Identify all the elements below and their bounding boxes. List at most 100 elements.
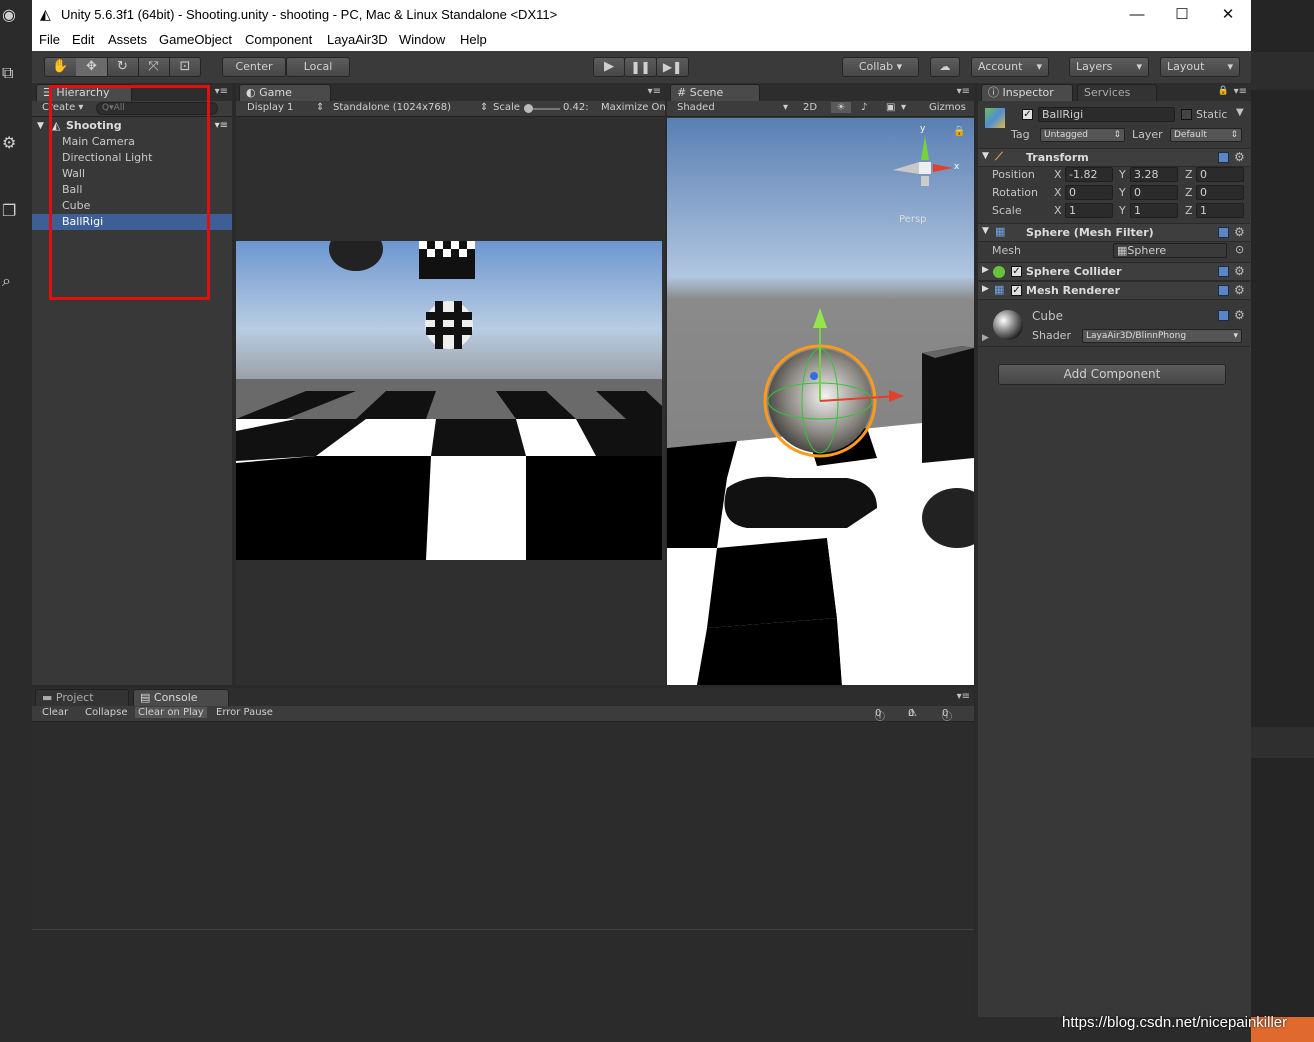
play-button[interactable]: ▶ — [593, 57, 625, 77]
position-x-field[interactable]: -1.82 — [1065, 167, 1113, 182]
cloud-button[interactable]: ☁ — [930, 57, 960, 77]
help-icon[interactable] — [1218, 227, 1229, 238]
menu-help[interactable]: Help — [460, 32, 487, 47]
scale-x-field[interactable]: 1 — [1065, 203, 1113, 218]
tag-dropdown[interactable]: Untagged ⇕ — [1040, 128, 1125, 142]
settings-icon[interactable]: ⚙ — [2, 134, 20, 152]
foldout-collapsed-icon[interactable]: ▶ — [982, 265, 989, 275]
scale-z-field[interactable]: 1 — [1196, 203, 1244, 218]
search-icon[interactable]: ⌕ — [2, 272, 20, 290]
scale-slider-thumb[interactable] — [524, 104, 533, 113]
code-icon[interactable]: ⧉ — [2, 64, 20, 82]
gear-icon[interactable]: ⚙ — [1234, 283, 1245, 297]
lock-icon[interactable]: 🔒 — [1218, 86, 1229, 96]
panel-menu-icon[interactable]: ▾≡ — [957, 86, 970, 97]
panel-menu-icon[interactable]: ▾≡ — [957, 691, 970, 702]
collapse-button[interactable]: Collapse — [85, 707, 128, 718]
help-icon[interactable] — [1218, 310, 1229, 321]
maximize-on-play-toggle[interactable]: Maximize On — [601, 102, 665, 113]
tab-services[interactable]: Services — [1077, 84, 1157, 101]
audio-toggle-icon[interactable]: ♪ — [861, 102, 867, 113]
shader-dropdown[interactable]: LayaAir3D/BlinnPhong ▾ — [1082, 329, 1242, 343]
minimize-button[interactable]: — — [1126, 4, 1148, 26]
pause-button[interactable]: ❚❚ — [624, 57, 657, 77]
rotation-y-field[interactable]: 0 — [1130, 185, 1178, 200]
tab-game[interactable]: ◐ Game — [239, 84, 331, 101]
rotation-x-field[interactable]: 0 — [1065, 185, 1113, 200]
error-pause-toggle[interactable]: Error Pause — [216, 707, 273, 718]
scale-slider[interactable] — [524, 104, 560, 113]
active-checkbox[interactable]: ✓ — [1022, 109, 1033, 120]
tab-project[interactable]: ▬ Project — [35, 689, 129, 706]
rect-tool-icon[interactable]: ⊡ — [169, 58, 201, 76]
panel-menu-icon[interactable]: ▾≡ — [648, 86, 661, 97]
collab-button[interactable]: Collab ▾ — [842, 57, 919, 77]
lighting-toggle-icon[interactable]: ☀ — [831, 102, 851, 113]
menu-component[interactable]: Component — [245, 32, 312, 47]
layers-dropdown[interactable]: Layers ▾ — [1069, 57, 1149, 77]
shading-mode-dropdown[interactable]: Shaded — [677, 102, 715, 113]
mesh-renderer-header[interactable]: ▶ ▦ ✓ Mesh Renderer ⚙ — [978, 281, 1250, 300]
foldout-icon[interactable]: ▼ — [982, 226, 989, 236]
gear-icon[interactable]: ⚙ — [1234, 264, 1245, 278]
gizmos-dropdown[interactable]: Gizmos — [929, 102, 966, 113]
space-local-button[interactable]: Local — [286, 57, 350, 77]
foldout-icon[interactable]: ▼ — [37, 118, 44, 134]
resolution-dropdown[interactable]: Standalone (1024x768) — [333, 102, 451, 113]
lock-icon[interactable]: 🔒 — [953, 125, 965, 137]
layout-dropdown[interactable]: Layout ▾ — [1160, 57, 1240, 77]
tab-scene[interactable]: # Scene — [670, 84, 760, 101]
2d-toggle[interactable]: 2D — [803, 102, 817, 113]
chevron-down-icon[interactable]: ▼ — [1236, 107, 1244, 118]
layer-dropdown[interactable]: Default ⇕ — [1170, 128, 1242, 142]
scene-menu-icon[interactable]: ▾≡ — [215, 118, 228, 134]
console-log-area[interactable] — [32, 723, 974, 929]
rotate-tool-icon[interactable]: ↻ — [107, 58, 139, 76]
account-dropdown[interactable]: Account ▾ — [971, 57, 1049, 77]
sphere-collider-enabled-checkbox[interactable]: ✓ — [1011, 266, 1022, 277]
clear-button[interactable]: Clear — [42, 707, 68, 718]
menu-layaair3d[interactable]: LayaAir3D — [327, 32, 388, 47]
persp-label[interactable]: Persp — [899, 214, 927, 225]
static-checkbox[interactable] — [1181, 109, 1192, 120]
object-name-field[interactable]: BallRigi — [1038, 107, 1175, 122]
close-button[interactable]: ✕ — [1217, 4, 1239, 26]
menu-edit[interactable]: Edit — [72, 32, 94, 47]
panel-menu-icon[interactable]: ▾≡ — [1234, 86, 1247, 97]
maximize-button[interactable]: ☐ — [1171, 4, 1193, 26]
object-picker-icon[interactable]: ⊙ — [1235, 243, 1244, 256]
display-dropdown[interactable]: Display 1 — [247, 102, 293, 113]
pivot-center-button[interactable]: Center — [222, 57, 286, 77]
tab-inspector[interactable]: ⓘ Inspector — [981, 84, 1073, 101]
mesh-filter-header[interactable]: ▼ ▦ Sphere (Mesh Filter) ⚙ — [978, 223, 1250, 242]
help-icon[interactable] — [1218, 285, 1229, 296]
menu-window[interactable]: Window — [399, 32, 445, 47]
foldout-icon[interactable]: ▼ — [982, 151, 989, 161]
gear-icon[interactable]: ⚙ — [1234, 150, 1245, 164]
menu-gameobject[interactable]: GameObject — [159, 32, 232, 47]
gear-icon[interactable]: ⚙ — [1234, 225, 1245, 239]
transform-header[interactable]: ▼ ⟋ Transform ⚙ — [978, 148, 1250, 167]
windows-icon[interactable]: ❐ — [2, 202, 20, 220]
rotation-z-field[interactable]: 0 — [1196, 185, 1244, 200]
panel-menu-icon[interactable]: ▾≡ — [215, 86, 228, 97]
clear-on-play-toggle[interactable]: Clear on Play — [135, 707, 207, 718]
help-icon[interactable] — [1218, 266, 1229, 277]
position-y-field[interactable]: 3.28 — [1130, 167, 1178, 182]
sphere-collider-header[interactable]: ▶ ✓ Sphere Collider ⚙ — [978, 262, 1250, 281]
add-component-button[interactable]: Add Component — [998, 364, 1226, 385]
move-tool-icon[interactable]: ✥ — [76, 58, 108, 76]
mesh-object-field[interactable]: ▦Sphere — [1113, 243, 1227, 258]
tab-console[interactable]: ▤ Console — [133, 689, 229, 706]
menu-file[interactable]: File — [39, 32, 60, 47]
foldout-collapsed-icon[interactable]: ▶ — [982, 284, 989, 294]
step-button[interactable]: ▶❚ — [656, 57, 689, 77]
mesh-renderer-enabled-checkbox[interactable]: ✓ — [1011, 285, 1022, 296]
scale-tool-icon[interactable]: ⤧ — [138, 58, 170, 76]
help-icon[interactable] — [1218, 152, 1229, 163]
scale-y-field[interactable]: 1 — [1130, 203, 1178, 218]
gear-icon[interactable]: ⚙ — [1234, 308, 1245, 322]
position-z-field[interactable]: 0 — [1196, 167, 1244, 182]
effects-toggle-icon[interactable]: ▣ — [886, 102, 895, 113]
menu-assets[interactable]: Assets — [108, 32, 147, 47]
